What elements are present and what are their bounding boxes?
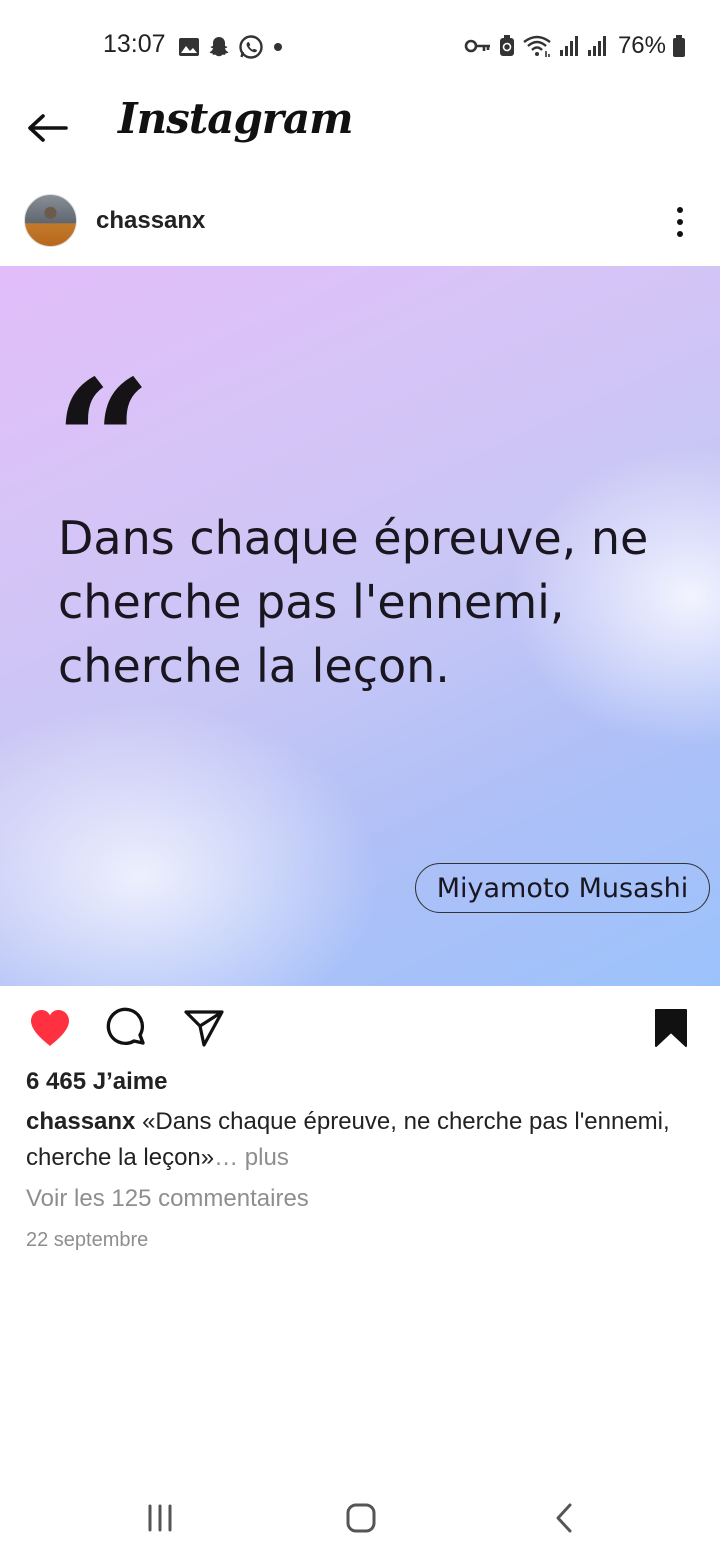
screen: 13:07 76% Instagram chassanx “ Dans chaq…	[0, 0, 720, 1560]
view-comments-link[interactable]: Voir les 125 commentaires	[26, 1185, 309, 1213]
post-actions	[0, 998, 720, 1056]
more-vertical-icon	[677, 207, 683, 213]
save-button[interactable]	[647, 1004, 695, 1052]
status-bar: 13:07 76%	[0, 0, 720, 92]
quote-mark: “	[54, 343, 152, 543]
wifi-icon	[523, 35, 551, 57]
bookmark-filled-icon	[655, 1009, 687, 1047]
post-date: 22 septembre	[26, 1229, 149, 1251]
battery-level: 76%	[617, 32, 666, 59]
status-time: 13:07	[103, 30, 166, 58]
comment-icon	[106, 1007, 145, 1046]
battery-icon	[673, 35, 685, 57]
key-icon	[464, 39, 490, 53]
home-button[interactable]	[331, 1494, 391, 1542]
post-image[interactable]: “ Dans chaque épreuve, ne cherche pas l'…	[0, 266, 720, 986]
back-button[interactable]	[22, 106, 74, 150]
notification-icons	[178, 34, 285, 60]
system-icons: 76%	[464, 32, 686, 60]
post-caption: chassanx «Dans chaque épreuve, ne cherch…	[26, 1104, 706, 1176]
heart-filled-icon	[31, 1010, 69, 1046]
caption-username[interactable]: chassanx	[26, 1108, 135, 1135]
quote-text: Dans chaque épreuve, ne cherche pas l'en…	[58, 511, 649, 693]
signal-icon	[559, 36, 578, 56]
back-chevron-icon	[556, 1503, 572, 1533]
recents-icon	[148, 1504, 172, 1532]
recents-button[interactable]	[130, 1494, 190, 1542]
snapchat-icon	[209, 37, 229, 57]
likes-count[interactable]: 6 465 J’aime	[26, 1068, 167, 1096]
instagram-logo: Instagram	[118, 94, 354, 143]
gallery-icon	[179, 38, 199, 56]
system-nav-bar	[0, 1480, 720, 1560]
app-header: Instagram	[0, 92, 720, 172]
nav-back-button[interactable]	[534, 1494, 594, 1542]
dot-icon	[274, 43, 282, 51]
share-button[interactable]	[180, 1004, 228, 1052]
home-icon	[346, 1503, 376, 1533]
whatsapp-icon	[239, 35, 263, 59]
caption-more-link[interactable]: … plus	[214, 1144, 289, 1171]
arrow-left-icon	[28, 114, 68, 142]
send-icon	[184, 1010, 224, 1047]
like-button[interactable]	[26, 1004, 74, 1052]
avatar[interactable]	[24, 194, 77, 247]
signal-icon	[587, 36, 606, 56]
quote-author: Miyamoto Musashi	[415, 863, 710, 913]
post-username[interactable]: chassanx	[96, 207, 205, 235]
comment-button[interactable]	[103, 1004, 151, 1052]
more-options-button[interactable]	[662, 202, 698, 242]
post-header: chassanx	[0, 190, 720, 252]
battery-saver-icon	[499, 35, 514, 56]
